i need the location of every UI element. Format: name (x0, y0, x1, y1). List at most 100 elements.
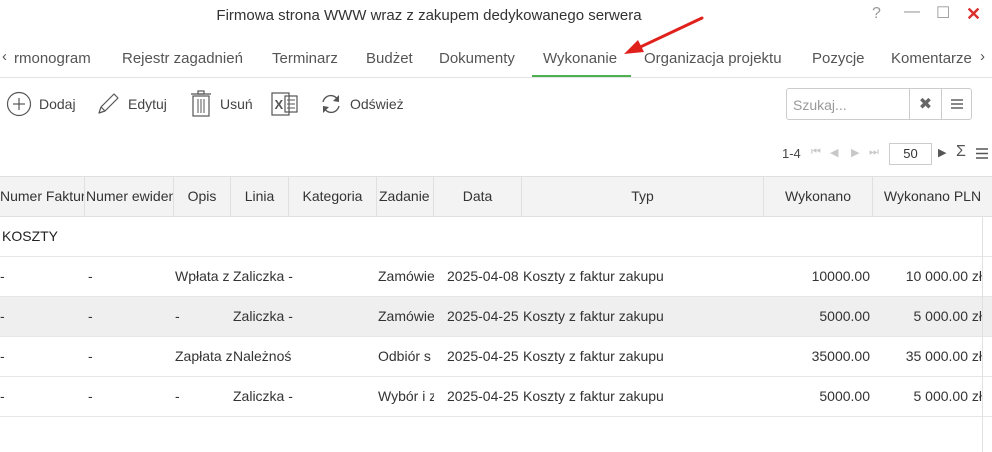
tab-rejestr-zagadnien[interactable]: Rejestr zagadnień (122, 50, 243, 67)
cell-numer-faktury: - (0, 348, 5, 364)
sum-icon[interactable]: Σ (956, 143, 966, 161)
cell-linia: Zaliczka - (233, 268, 293, 284)
cell-wykonano-pln: 35 000.00 zł (905, 348, 982, 364)
prev-page-icon[interactable]: ◀ (830, 146, 838, 159)
cell-zadanie: Zamówie (378, 268, 434, 284)
cell-typ: Koszty z faktur zakupu (523, 348, 664, 364)
cell-typ: Koszty z faktur zakupu (523, 388, 664, 404)
delete-button-label: Usuń (220, 96, 253, 112)
trash-icon (191, 90, 211, 117)
tabs-scroll-right-icon[interactable]: › (980, 48, 985, 65)
column-header-kategoria[interactable]: Kategoria (289, 177, 377, 216)
cell-numer-ewidencyjny: - (88, 348, 93, 364)
delete-button[interactable]: Usuń (189, 90, 253, 118)
search-input[interactable] (793, 95, 905, 115)
cell-wykonano-pln: 5 000.00 zł (913, 388, 983, 404)
cell-opis: Zapłata z (175, 348, 232, 364)
tab-terminarz[interactable]: Terminarz (272, 50, 338, 67)
grid-header: Numer Faktury Numer ewidencyjny Opis Lin… (0, 176, 992, 217)
maximize-icon[interactable]: ☐ (936, 4, 950, 24)
tab-dokumenty[interactable]: Dokumenty (439, 50, 515, 67)
cell-wykonano-pln: 10 000.00 zł (905, 268, 982, 284)
refresh-icon (322, 94, 340, 114)
cell-typ: Koszty z faktur zakupu (523, 308, 664, 324)
clear-search-icon[interactable]: ✖ (909, 89, 941, 119)
table-row[interactable]: - - - Zaliczka - Wybór i z 2025-04-25 Ko… (0, 377, 992, 417)
cell-wykonano: 35000.00 (811, 348, 870, 364)
cell-wykonano: 5000.00 (819, 388, 870, 404)
cell-numer-ewidencyjny: - (88, 268, 93, 284)
tab-wykonanie[interactable]: Wykonanie (543, 50, 617, 67)
add-button-label: Dodaj (39, 96, 76, 112)
column-header-wykonano[interactable]: Wykonano (764, 177, 873, 216)
tab-bar: ‹ rmonogram Rejestr zagadnień Terminarz … (0, 38, 992, 78)
search-menu-icon[interactable] (941, 89, 971, 119)
cell-data: 2025-04-25 (447, 308, 519, 324)
last-page-icon[interactable]: ⏭ (869, 146, 879, 159)
cell-data: 2025-04-25 (447, 348, 519, 364)
table-row[interactable]: - - Wpłata z Zaliczka - Zamówie 2025-04-… (0, 257, 992, 297)
edit-button[interactable]: Edytuj (95, 90, 167, 118)
column-header-numer-faktury[interactable]: Numer Faktury (0, 177, 85, 216)
plus-circle-icon (6, 91, 32, 117)
cell-kategoria (295, 337, 377, 376)
toolbar: Dodaj Edytuj Usuń X Odśwież Szukaj... ✖ (0, 82, 992, 126)
add-button[interactable]: Dodaj (6, 90, 76, 118)
cell-kategoria (295, 297, 377, 336)
first-page-icon[interactable]: ⏮ (811, 146, 821, 159)
cell-opis: Wpłata z (175, 268, 230, 284)
column-header-zadanie[interactable]: Zadanie (377, 177, 434, 216)
cell-wykonano: 10000.00 (811, 268, 870, 284)
group-label: KOSZTY (2, 228, 59, 244)
excel-export-button[interactable]: X (271, 90, 299, 118)
cell-typ: Koszty z faktur zakupu (523, 268, 664, 284)
tab-harmonogram[interactable]: rmonogram (14, 50, 91, 67)
refresh-button-label: Odśwież (350, 96, 404, 112)
refresh-button[interactable]: Odśwież (319, 90, 404, 118)
cell-kategoria (295, 257, 377, 296)
pager: 1-4 ⏮ ◀ ▶ ⏭ 50 ▶ Σ (0, 138, 992, 170)
cell-wykonano: 5000.00 (819, 308, 870, 324)
group-row[interactable]: KOSZTY (0, 217, 992, 257)
cell-kategoria (295, 377, 377, 416)
cell-data: 2025-04-25 (447, 388, 519, 404)
cell-numer-faktury: - (0, 268, 5, 284)
tabs-scroll-left-icon[interactable]: ‹ (2, 48, 7, 65)
column-header-data[interactable]: Data (434, 177, 522, 216)
tab-budzet[interactable]: Budżet (366, 50, 413, 67)
window-title: Firmowa strona WWW wraz z zakupem dedyko… (216, 7, 642, 24)
page-size-next-icon[interactable]: ▶ (938, 146, 946, 159)
minimize-icon[interactable]: — (904, 2, 920, 22)
tab-komentarze[interactable]: Komentarze (891, 50, 972, 67)
column-header-linia[interactable]: Linia (231, 177, 289, 216)
help-icon[interactable]: ? (872, 4, 881, 24)
close-icon[interactable]: ✕ (966, 4, 981, 24)
cell-linia: Zaliczka - (233, 388, 293, 404)
cell-data: 2025-04-08 (447, 268, 519, 284)
cell-opis: - (175, 388, 180, 404)
data-grid: Numer Faktury Numer ewidencyjny Opis Lin… (0, 176, 992, 452)
cell-linia: Zaliczka - (233, 308, 293, 324)
annotation-arrow-icon (624, 16, 704, 54)
cell-zadanie: Odbiór s (378, 348, 431, 364)
cell-numer-faktury: - (0, 308, 5, 324)
cell-zadanie: Wybór i z (378, 388, 434, 404)
cell-wykonano-pln: 5 000.00 zł (913, 308, 983, 324)
table-row[interactable]: - - - Zaliczka - Zamówie 2025-04-25 Kosz… (0, 297, 992, 337)
page-size-input[interactable]: 50 (889, 143, 932, 165)
vertical-scrollbar[interactable] (982, 217, 983, 452)
cell-numer-ewidencyjny: - (88, 308, 93, 324)
table-row[interactable]: - - Zapłata z Należnoś Odbiór s 2025-04-… (0, 337, 992, 377)
column-header-wykonano-pln[interactable]: Wykonano PLN (873, 177, 992, 216)
column-header-typ[interactable]: Typ (522, 177, 764, 216)
next-page-icon[interactable]: ▶ (851, 146, 859, 159)
grid-menu-icon[interactable] (976, 146, 988, 162)
cell-linia: Należnoś (233, 348, 292, 364)
column-header-numer-ewidencyjny[interactable]: Numer ewidencyjny (85, 177, 174, 216)
column-header-opis[interactable]: Opis (174, 177, 231, 216)
excel-icon: X (271, 92, 298, 116)
svg-text:X: X (275, 97, 284, 112)
edit-button-label: Edytuj (128, 96, 167, 112)
title-bar: Firmowa strona WWW wraz z zakupem dedyko… (0, 0, 992, 32)
tab-pozycje[interactable]: Pozycje (812, 50, 865, 67)
